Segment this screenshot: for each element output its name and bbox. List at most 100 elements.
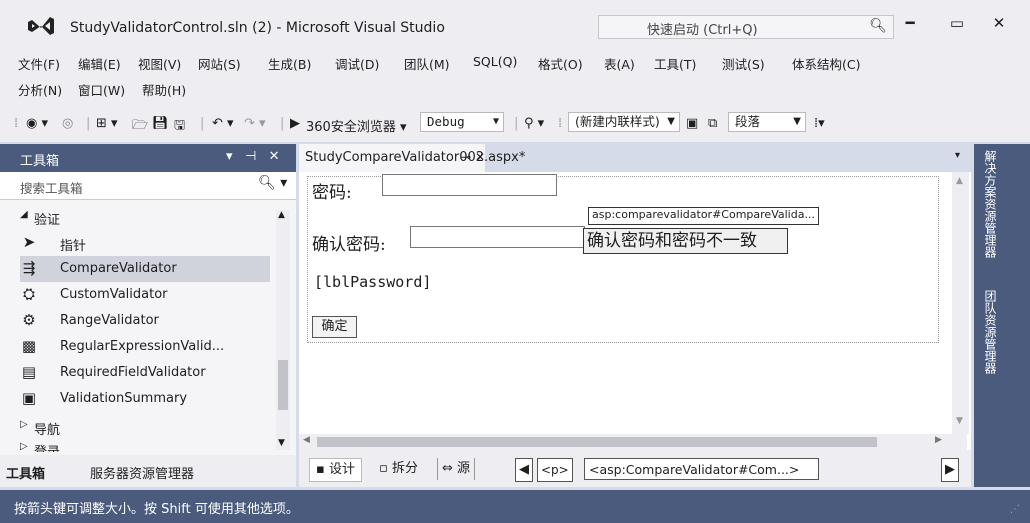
style-combo[interactable]: (新建内联样式) ▼ [568,112,680,132]
menu-build[interactable]: 生成(B) [268,54,311,73]
panel-controls: ▾ ⊣ ✕ [226,149,280,164]
find-in-files-icon[interactable]: ⚲ ▾ [524,116,544,131]
toolbox-search-placeholder: 搜索工具箱 [20,181,83,196]
close-button[interactable]: ✕ [984,14,1014,36]
tab-studycomparevalidator[interactable]: StudyCompareValidator002.aspx* ⊸ ✕ [299,144,525,172]
toolbox-item-label: 指针 [60,239,87,254]
save-icon[interactable]: 💾︎ [152,116,169,131]
validator-smart-tag[interactable]: asp:comparevalidator#CompareValida... [588,207,819,225]
editor-vertical-scrollbar[interactable]: ▲ ▼ [952,172,969,434]
menu-sql[interactable]: SQL(Q) [473,54,517,69]
breadcrumb-comparevalidator[interactable]: <asp:CompareValidator#Com...> [584,458,819,480]
pin-icon[interactable]: ⊸ [461,150,471,164]
close-icon[interactable]: ✕ [475,150,485,164]
toolbox-group-validation[interactable]: ◢ 验证 [20,204,270,230]
scroll-right-icon[interactable]: ▶ [935,435,942,445]
quick-launch-input[interactable]: 快速启动 (Ctrl+Q) 🔍︎ [598,15,894,39]
browser-selector[interactable]: 360安全浏览器 ▾ [306,116,407,135]
toolbox-item-regularexpressionvalidator[interactable]: ▩ RegularExpressionValid... [20,334,270,360]
view-design-button[interactable]: ▪ 设计 [309,458,362,482]
scroll-down-icon[interactable]: ▼ [278,438,285,448]
menu-debug[interactable]: 调试(D) [335,54,379,73]
breadcrumb-right-button[interactable]: ▶ [941,458,959,482]
lbl-password-label[interactable]: [lblPassword] [314,273,431,291]
toolbox-item-customvalidator[interactable]: ⛭ CustomValidator [20,282,270,308]
toolbox-item-comparevalidator[interactable]: ⇶ CompareValidator [20,256,270,282]
tab-team-explorer[interactable]: 团队资源管理器 [982,290,999,374]
password-textbox[interactable] [382,174,557,196]
toolbar-overflow-button[interactable]: ⁞▾ [814,116,825,131]
menu-analyze[interactable]: 分析(N) [18,80,62,99]
block-format-combo[interactable]: 段落 ▼ [728,112,806,132]
toolbox-search-input[interactable]: 搜索工具箱 🔍︎ ▾ [0,172,296,200]
scroll-up-icon[interactable]: ▲ [278,210,285,220]
pin-icon[interactable]: ⊣ [245,149,256,164]
toolbox-item-validationsummary[interactable]: ▣ ValidationSummary [20,386,270,412]
ok-button[interactable]: 确定 [312,316,357,338]
menu-architecture[interactable]: 体系结构(C) [792,54,860,73]
editor-horizontal-scrollbar[interactable]: ◀ ▶ [299,434,967,450]
toolbox-item-rangevalidator[interactable]: ⚙ RangeValidator [20,308,270,334]
undo-button[interactable]: ↶ ▾ [212,116,234,131]
menu-view[interactable]: 视图(V) [138,54,181,73]
view-split-button[interactable]: ▫ 拆分 [375,458,422,480]
tab-solution-explorer[interactable]: 解决方案资源管理器 [982,150,999,258]
compare-validator-message[interactable]: 确认密码和密码不一致 [583,228,788,254]
tab-server-explorer[interactable]: 服务器资源管理器 [90,463,194,482]
toolbox-group-navigation[interactable]: ▷ 导航 [20,414,270,440]
scrollbar-thumb[interactable] [278,360,288,410]
menu-tools[interactable]: 工具(T) [654,54,696,73]
start-debug-icon[interactable]: ▶ [290,116,300,131]
menu-table[interactable]: 表(A) [604,54,635,73]
toolbox-group-login[interactable]: ▷ 登录 [20,440,270,452]
toolbox-bottom-tabs: 工具箱 服务器资源管理器 [0,455,296,487]
collapsed-arrow-icon: ▷ [20,441,28,452]
menu-help[interactable]: 帮助(H) [142,80,186,99]
toolbar-grip: ⁞ [558,116,563,131]
tab-toolbox[interactable]: 工具箱 [6,463,45,482]
toolbar-grip: ⁞ [14,116,19,131]
minimize-button[interactable]: ━ [895,14,925,36]
confirm-password-textbox[interactable] [410,226,585,248]
password-label: 密码: [312,183,352,203]
breadcrumb-left-button[interactable]: ◀ [515,458,533,482]
target-rule-icon[interactable]: ⧉ [708,116,717,131]
collapsed-arrow-icon: ▷ [20,419,28,430]
scroll-left-icon[interactable]: ◀ [303,435,310,445]
view-source-button[interactable]: ⇔ 源 [437,458,476,480]
menu-team[interactable]: 团队(M) [404,54,450,73]
back-button[interactable]: ◉ ▾ [26,116,48,131]
breadcrumb-p[interactable]: <p> [537,458,573,482]
toolbox-scrollbar[interactable]: ▲ ▼ [276,210,290,450]
custom-validator-icon: ⛭ [22,285,35,303]
configuration-combo[interactable]: Debug ▼ [420,112,504,132]
new-project-button[interactable]: ⊞ ▾ [96,116,118,131]
menu-test[interactable]: 测试(S) [722,54,765,73]
redo-button[interactable]: ↷ ▾ [244,116,266,131]
toolbox-item-pointer[interactable]: ➤ 指针 [20,230,270,256]
scroll-down-icon[interactable]: ▼ [956,416,963,426]
forward-button[interactable]: ◎ [62,116,73,131]
right-tool-window-strip: 解决方案资源管理器 团队资源管理器 [974,144,1030,487]
style-app-icon[interactable]: ▣ [686,116,698,131]
scrollbar-thumb[interactable] [317,437,877,447]
menu-format[interactable]: 格式(O) [538,54,583,73]
resize-grip-icon[interactable]: ⋰ [1010,504,1020,515]
close-icon[interactable]: ✕ [269,149,280,164]
tab-title: StudyCompareValidator002.aspx* [305,150,526,165]
maximize-button[interactable]: ▭ [942,14,972,36]
validation-summary-icon: ▣ [21,389,37,407]
status-bar: 按箭头键可调整大小。按 Shift 可使用其他选项。 ⋰ [0,490,1030,523]
tab-dropdown-icon[interactable]: ▾ [955,150,960,161]
open-file-button[interactable]: 🗁 [132,116,148,138]
save-all-icon[interactable]: 🖫 [174,116,185,138]
scroll-up-icon[interactable]: ▲ [956,176,963,186]
dropdown-icon[interactable]: ▾ [226,149,233,164]
menu-file[interactable]: 文件(F) [18,54,60,73]
view-split-label: 拆分 [391,461,418,476]
menu-window[interactable]: 窗口(W) [78,80,125,99]
style-combo-value: (新建内联样式) [575,114,660,129]
menu-website[interactable]: 网站(S) [198,54,241,73]
toolbox-item-requiredfieldvalidator[interactable]: ▤ RequiredFieldValidator [20,360,270,386]
menu-edit[interactable]: 编辑(E) [78,54,121,73]
